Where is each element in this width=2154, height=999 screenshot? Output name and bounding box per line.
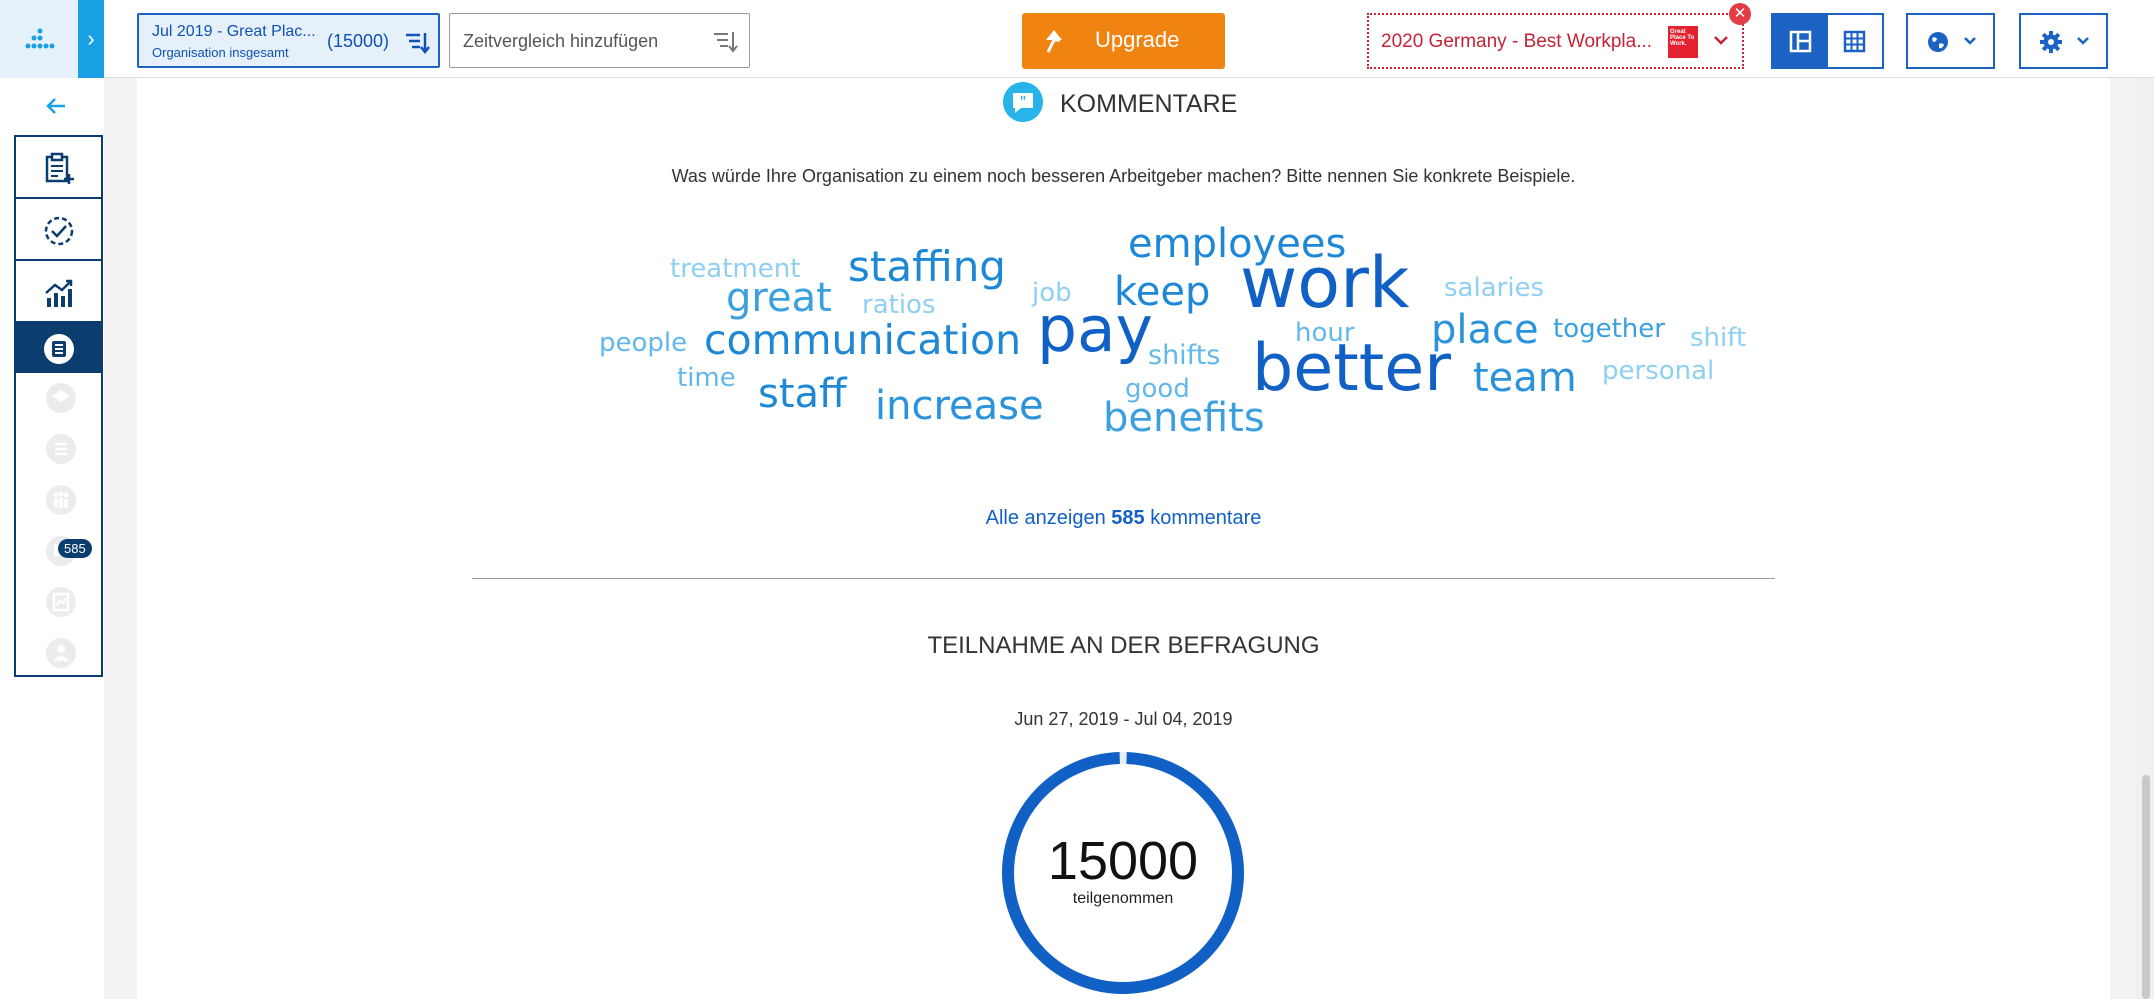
participation-date-range: Jun 27, 2019 - Jul 04, 2019 [1014, 709, 1233, 729]
participation-count: 15000 [1047, 831, 1199, 891]
gear-icon [2040, 31, 2062, 53]
layout-panel-icon [1789, 30, 1812, 53]
app-logo[interactable] [0, 0, 78, 78]
list-icon[interactable] [45, 433, 77, 465]
show-all-suffix: kommentare [1150, 507, 1262, 529]
layout-grid-button[interactable] [1828, 15, 1882, 67]
sidebar: 585 [0, 78, 104, 999]
layout-grid-icon [1843, 30, 1866, 53]
back-arrow-icon[interactable] [45, 96, 69, 116]
gptw-logo: Great Place To Work. [1668, 26, 1698, 58]
comments-question: Was würde Ihre Organisation zu einem noc… [671, 166, 1576, 186]
word-cloud-term[interactable]: pay [1037, 298, 1153, 361]
view-toggle [1771, 13, 1884, 69]
scrollbar-thumb[interactable] [2142, 775, 2150, 999]
sidebar-item-analytics[interactable] [16, 261, 101, 323]
comments-title: KOMMENTARE [1060, 90, 1238, 118]
word-cloud-term[interactable]: salaries [1444, 275, 1544, 301]
participation-title: TEILNAHME AN DER BEFRAGUNG [927, 632, 1320, 659]
survey-scope: Organisation insgesamt [152, 45, 289, 60]
remove-benchmark-button[interactable]: ✕ [1729, 3, 1751, 25]
benchmark-selector[interactable]: 2020 Germany - Best Workpla... Great Pla… [1367, 13, 1744, 69]
survey-count: (15000) [327, 31, 390, 51]
word-cloud-term[interactable]: together [1553, 316, 1665, 342]
survey-name: Jul 2019 - Great Plac... [152, 23, 316, 40]
clipboard-plus-icon [45, 152, 74, 184]
sidebar-item-survey[interactable] [16, 137, 101, 199]
time-comparison-placeholder: Zeitvergleich hinzufügen [463, 31, 659, 51]
word-cloud-term[interactable]: people [599, 330, 687, 356]
upgrade-label: Upgrade [1095, 27, 1180, 52]
upgrade-button[interactable]: Upgrade [1022, 13, 1225, 69]
word-cloud-term[interactable]: communication [704, 320, 1021, 361]
word-cloud-term[interactable]: staffing [848, 246, 1006, 288]
user-icon[interactable] [45, 637, 77, 669]
word-cloud-term[interactable]: time [677, 365, 736, 391]
globe-icon [1928, 32, 1948, 52]
check-circle-icon [44, 216, 74, 246]
word-cloud-term[interactable]: work [1240, 248, 1409, 318]
top-bar: › Jul 2019 - Great Plac... Organisation … [0, 0, 2154, 78]
chevron-right-icon: › [87, 26, 95, 51]
word-cloud-term[interactable]: increase [875, 386, 1044, 426]
show-all-prefix: Alle anzeigen [985, 507, 1106, 529]
sort-icon[interactable] [712, 28, 738, 54]
benchmark-label: 2020 Germany - Best Workpla... [1381, 31, 1653, 52]
language-button[interactable] [1906, 13, 1995, 69]
sidebar-nav [14, 135, 103, 677]
people-icon[interactable] [45, 484, 77, 516]
word-cloud-term[interactable]: personal [1602, 358, 1714, 384]
word-cloud-term[interactable]: great [726, 278, 832, 318]
svg-text:": " [1020, 95, 1027, 110]
close-icon: ✕ [1733, 5, 1747, 22]
chevron-down-icon [2077, 37, 2089, 45]
settings-button[interactable] [2019, 13, 2108, 69]
word-cloud-term[interactable]: better [1252, 336, 1451, 401]
word-cloud-term[interactable]: team [1473, 358, 1577, 398]
report-icon[interactable] [45, 586, 77, 618]
expand-sidebar-button[interactable]: › [78, 0, 104, 78]
survey-selector[interactable]: Jul 2019 - Great Plac... Organisation in… [137, 13, 440, 68]
word-cloud-term[interactable]: ratios [862, 292, 936, 318]
comment-quote-icon: " [1003, 82, 1043, 122]
time-comparison-selector[interactable]: Zeitvergleich hinzufügen [449, 13, 750, 68]
sidebar-item-progress[interactable] [16, 199, 101, 261]
word-cloud-term[interactable]: shifts [1148, 342, 1220, 369]
word-cloud-term[interactable]: staff [758, 374, 847, 414]
word-cloud-term[interactable]: benefits [1103, 398, 1265, 438]
show-all-count: 585 [1111, 507, 1145, 529]
comments-count-badge: 585 [58, 539, 92, 558]
show-all-comments-link[interactable]: Alle anzeigen 585 kommentare [137, 507, 2110, 530]
section-divider [472, 578, 1775, 579]
sidebar-item-comments[interactable] [16, 323, 101, 373]
layers-icon[interactable] [45, 382, 77, 414]
chevron-down-icon [1714, 36, 1728, 45]
chevron-down-icon [1964, 37, 1976, 45]
bar-chart-icon [45, 279, 73, 307]
upgrade-arrow-icon [1046, 30, 1062, 53]
participation-label: teilgenommen [1072, 890, 1174, 907]
sort-icon[interactable] [404, 29, 430, 55]
layout-single-button[interactable] [1773, 15, 1828, 67]
word-cloud-term[interactable]: shift [1690, 325, 1746, 351]
logo-dots-icon [25, 28, 55, 49]
comments-icon [44, 334, 74, 364]
